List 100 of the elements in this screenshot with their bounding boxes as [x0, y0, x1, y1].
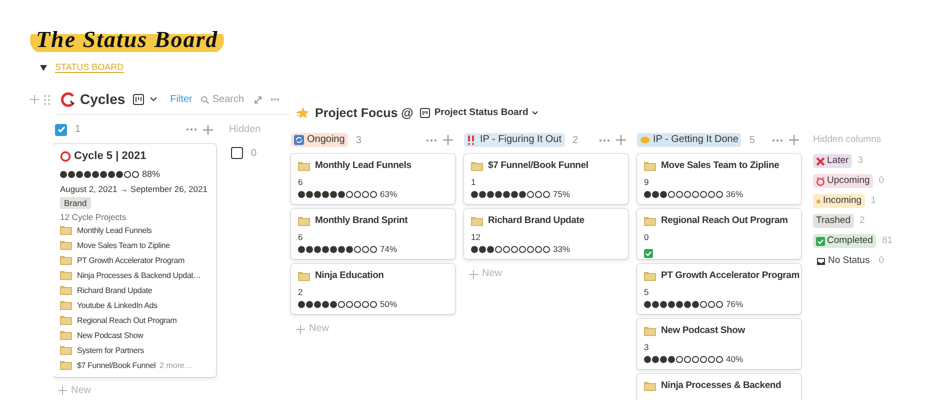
project-card[interactable]: Monthly Lead Funnels 6 63%	[291, 154, 455, 204]
x-icon	[816, 156, 825, 166]
project-link[interactable]: Ninja Processes & Backend Updat…	[77, 270, 201, 280]
card-title: Ninja Processes & Backend	[661, 380, 782, 392]
hidden-groups-label: Hidden	[229, 123, 262, 137]
exclamation-icon	[467, 135, 477, 145]
project-card[interactable]: Monthly Brand Sprint 6 74%	[291, 209, 455, 259]
card-number: 2	[298, 287, 304, 297]
folder-icon	[298, 216, 310, 226]
project-link[interactable]: Monthly Lead Funnels	[77, 224, 152, 236]
project-link[interactable]: PT Growth Accelerator Program	[77, 254, 184, 266]
status-tag[interactable]: Trashed	[813, 214, 854, 228]
oval-icon	[640, 136, 650, 144]
board-view-icon	[133, 94, 144, 105]
project-card[interactable]: PT Growth Accelerator Program 5 76%	[637, 264, 801, 314]
dot-icon	[816, 198, 821, 204]
column-count: 0	[878, 174, 884, 188]
project-card[interactable]: Regional Reach Out Program 0	[637, 209, 801, 259]
progress-percent: 40%	[726, 354, 744, 365]
column-count: 0	[878, 254, 884, 268]
folder-icon	[60, 225, 72, 235]
folder-icon	[298, 271, 310, 281]
project-card[interactable]: $7 Funnel/Book Funnel 1 75%	[464, 154, 628, 204]
project-card[interactable]: New Podcast Show 3 40%	[637, 319, 801, 369]
plus-icon	[616, 135, 626, 145]
card-number: 0	[644, 232, 650, 242]
chevron-icon	[532, 111, 538, 115]
folder-icon	[644, 381, 656, 391]
status-tag[interactable]: Upcoming	[813, 174, 873, 188]
group-count: 0	[251, 146, 257, 160]
column-count: 1	[870, 194, 876, 208]
card-title: $7 Funnel/Book Funnel	[488, 160, 588, 172]
project-link[interactable]: Richard Brand Update	[77, 284, 152, 296]
board-view-icon	[420, 108, 430, 118]
project-link[interactable]: Regional Reach Out Program	[77, 314, 177, 326]
group-count: 1	[75, 123, 81, 137]
column-count: 2	[572, 134, 578, 148]
repeat-icon	[294, 135, 304, 145]
folder-icon	[471, 161, 483, 171]
project-card[interactable]: Move Sales Team to Zipline 9 36%	[637, 154, 801, 204]
progress-percent: 74%	[380, 244, 398, 255]
folder-icon	[60, 315, 72, 325]
card-title: Monthly Brand Sprint	[315, 215, 408, 227]
card-title: Richard Brand Update	[488, 215, 584, 227]
drag-handle-icon	[44, 94, 50, 104]
status-tag[interactable]: No Status	[813, 254, 873, 268]
card-title: Ninja Education	[315, 270, 384, 282]
column-count: 3	[356, 134, 362, 148]
check-icon	[816, 236, 825, 246]
column-tag: IP - Getting It Done	[637, 133, 742, 147]
section-title: Project Focus @	[315, 104, 414, 122]
plus-icon	[469, 270, 478, 278]
plus-icon	[58, 386, 67, 395]
progress-percent: 50%	[380, 299, 398, 310]
status-tag[interactable]: Incoming	[813, 194, 865, 208]
progress-percent: 75%	[553, 189, 570, 200]
folder-icon	[60, 270, 72, 280]
projects-label: 12 Cycle Projects	[60, 212, 128, 222]
checkbox[interactable]	[55, 124, 67, 136]
more-icon	[426, 138, 437, 142]
progress-percent: 76%	[726, 299, 744, 310]
project-card[interactable]: Ninja Processes & Backend	[637, 374, 801, 400]
card-title: Cycle 5 | 2021	[74, 150, 146, 162]
column-tag: IP - Figuring It Out	[464, 133, 565, 147]
folder-icon	[60, 360, 72, 370]
card-title: Monthly Lead Funnels	[315, 160, 412, 172]
project-link[interactable]: $7 Funnel/Book Funnel	[77, 360, 156, 370]
status-tag[interactable]: Later	[813, 154, 852, 168]
search-icon	[201, 96, 210, 104]
plus-icon	[443, 135, 453, 145]
column-count: 3	[858, 154, 863, 168]
inbox-icon	[816, 256, 826, 266]
cycle-card[interactable]	[53, 144, 216, 376]
plus-icon	[30, 95, 39, 104]
project-link[interactable]: Move Sales Team to Zipline	[77, 240, 170, 250]
project-link[interactable]: New Podcast Show	[77, 330, 144, 340]
card-number: 3	[644, 342, 650, 352]
tag: Brand	[60, 196, 91, 208]
view-dropdown[interactable]: Project Status Board	[434, 106, 538, 120]
card-number: 5	[644, 287, 650, 297]
folder-icon	[298, 161, 310, 171]
project-link[interactable]: System for Partners	[77, 344, 144, 356]
progress-percent: 33%	[553, 244, 570, 255]
checkbox[interactable]	[231, 147, 243, 159]
progress-percent: 88%	[142, 168, 160, 180]
card-title: Move Sales Team to Zipline	[661, 160, 780, 172]
date-range: August 2, 2021 → September 26, 2021	[60, 184, 208, 194]
toggle-icon[interactable]	[40, 64, 47, 71]
project-card[interactable]: Ninja Education 2 50%	[291, 264, 455, 314]
star-icon	[296, 106, 311, 120]
card-number: 9	[644, 177, 650, 187]
card-title: PT Growth Accelerator Program	[661, 270, 800, 282]
project-link[interactable]: Youtube & LinkedIn Ads	[77, 300, 158, 310]
folder-icon	[471, 216, 483, 226]
card-number: 12	[471, 232, 482, 242]
status-tag[interactable]: Completed	[813, 234, 876, 248]
project-card[interactable]: Richard Brand Update 12 33%	[464, 209, 628, 259]
column-tag: Ongoing	[291, 133, 348, 147]
more-icon	[271, 98, 280, 101]
card-number: 6	[298, 177, 304, 187]
